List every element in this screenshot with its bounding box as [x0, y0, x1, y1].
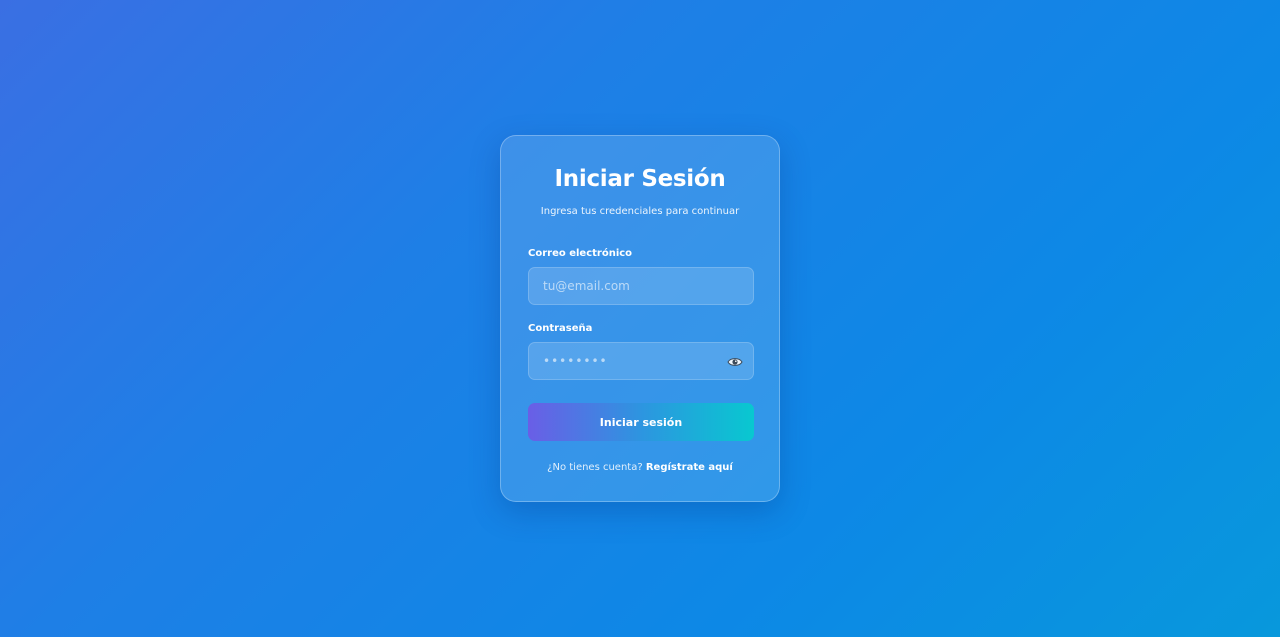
login-card: Iniciar Sesión Ingresa tus credenciales … [500, 135, 780, 502]
page-subtitle: Ingresa tus credenciales para continuar [540, 206, 740, 217]
page-title: Iniciar Sesión [554, 166, 726, 192]
password-field[interactable] [528, 342, 754, 380]
register-link[interactable]: Regístrate aquí [646, 462, 733, 473]
login-button[interactable]: Iniciar sesión [528, 403, 754, 441]
register-prompt: ¿No tienes cuenta? Regístrate aquí [501, 462, 779, 473]
eye-icon[interactable] [727, 354, 743, 368]
register-prompt-text: ¿No tienes cuenta? [547, 462, 643, 473]
email-field[interactable] [528, 267, 754, 305]
email-label: Correo electrónico [528, 248, 633, 259]
password-label: Contraseña [528, 323, 593, 334]
